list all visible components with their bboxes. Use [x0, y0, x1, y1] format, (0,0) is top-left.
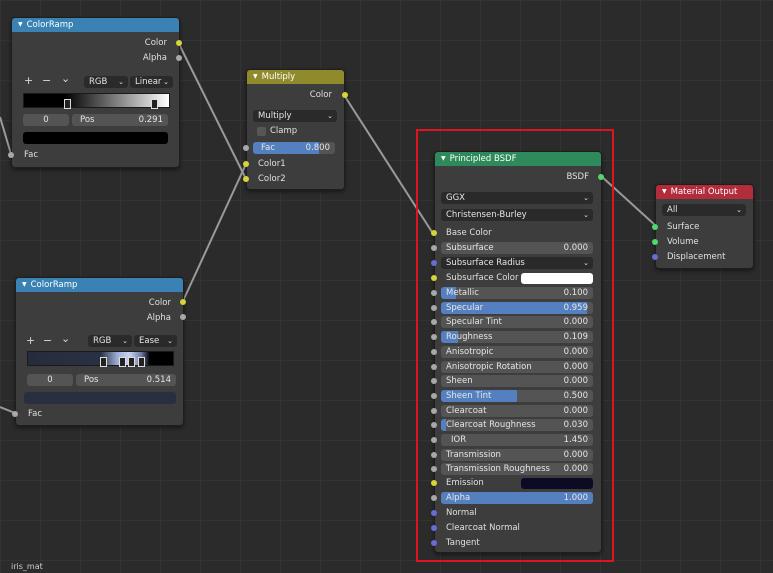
ramp-menu-chevron-icon[interactable]: ⌄ [61, 73, 70, 85]
pos-label: Pos [84, 375, 99, 385]
input-color2-label: Color2 [258, 174, 286, 184]
collapse-icon[interactable]: ▼ [18, 18, 23, 32]
output-alpha-socket[interactable] [176, 55, 182, 61]
input-fac-socket[interactable] [8, 152, 14, 158]
node-title: Material Output [670, 187, 738, 197]
input-fac-label: Fac [24, 150, 38, 160]
output-color-socket[interactable] [180, 299, 186, 305]
output-alpha-socket[interactable] [180, 314, 186, 320]
output-color-socket[interactable] [176, 40, 182, 46]
color-stop-handle[interactable] [151, 99, 158, 109]
node-title: ColorRamp [26, 20, 74, 30]
output-color-label: Color [309, 90, 332, 100]
stop-pos-field[interactable]: Pos 0.514 [76, 374, 176, 386]
fac-slider[interactable]: Fac 0.800 [253, 142, 335, 154]
multiply-node[interactable]: ▼ Multiply Color Multiply ⌄ Clamp Fac 0.800… [243, 69, 348, 190]
stop-color-swatch[interactable] [23, 132, 168, 144]
input-fac-socket[interactable] [243, 145, 249, 151]
input-displacement-socket[interactable] [652, 254, 658, 260]
chevron-down-icon: ⌄ [118, 78, 124, 86]
remove-stop-button[interactable]: − [42, 75, 51, 87]
output-color-label: Color [144, 38, 167, 48]
output-color-label: Color [148, 298, 171, 308]
chevron-down-icon: ⌄ [122, 337, 128, 345]
node-header[interactable]: ▼ ColorRamp [16, 278, 183, 292]
color-mode-dropdown[interactable]: RGB ⌄ [84, 76, 128, 88]
input-fac-socket[interactable] [12, 411, 18, 417]
pos-value: 0.291 [138, 115, 163, 125]
blend-mode-value: Multiply [258, 111, 292, 121]
stop-index-value: 0 [47, 375, 53, 385]
interpolation-value: Linear [135, 77, 162, 87]
interpolation-dropdown[interactable]: Linear ⌄ [130, 76, 173, 88]
clamp-label: Clamp [270, 126, 298, 136]
output-target-value: All [667, 205, 678, 215]
ramp-menu-chevron-icon[interactable]: ⌄ [61, 333, 70, 345]
remove-stop-button[interactable]: − [43, 335, 52, 347]
node-title: ColorRamp [30, 280, 78, 290]
stop-index-field[interactable]: 0 [27, 374, 73, 386]
output-target-dropdown[interactable]: All ⌄ [662, 204, 746, 216]
stop-index-field[interactable]: 0 [23, 114, 69, 126]
chevron-down-icon: ⌄ [163, 78, 169, 86]
selection-highlight-box [416, 129, 614, 562]
color-stop-handle[interactable] [64, 99, 71, 109]
interpolation-dropdown[interactable]: Ease ⌄ [134, 335, 177, 347]
color-stop-handle[interactable] [138, 357, 145, 367]
stop-index-value: 0 [43, 115, 49, 125]
add-stop-button[interactable]: + [26, 335, 35, 347]
node-header[interactable]: ▼ Multiply [247, 70, 344, 84]
input-color1-socket[interactable] [243, 161, 249, 167]
surface-label: Surface [667, 222, 700, 232]
color-mode-value: RGB [93, 336, 112, 346]
node-header[interactable]: ▼ ColorRamp [12, 18, 179, 32]
clamp-checkbox[interactable] [257, 127, 266, 136]
input-color2-socket[interactable] [243, 176, 249, 182]
fac-label: Fac [261, 143, 275, 153]
stop-color-swatch[interactable] [24, 392, 176, 404]
input-surface-socket[interactable] [652, 224, 658, 230]
link-colorramp2-to-color1 [182, 163, 247, 302]
add-stop-button[interactable]: + [24, 75, 33, 87]
link-colorramp1-to-color2 [177, 41, 247, 180]
color-stop-handle[interactable] [128, 357, 135, 367]
fac-value: 0.800 [305, 143, 330, 153]
output-alpha-label: Alpha [142, 53, 167, 63]
color-ramp-gradient[interactable] [23, 93, 170, 109]
colorramp-node-2[interactable]: ▼ ColorRamp Color Alpha + − ⌄ RGB ⌄ Ease ⌄ … [12, 277, 186, 426]
volume-label: Volume [667, 237, 699, 247]
color-stop-handle[interactable] [119, 357, 126, 367]
collapse-icon[interactable]: ▼ [22, 278, 27, 292]
colorramp-node-1[interactable]: ▼ ColorRamp Color Alpha + − ⌄ RGB ⌄ Linear… [8, 17, 182, 168]
output-alpha-label: Alpha [146, 313, 171, 323]
node-header[interactable]: ▼ Material Output [656, 185, 753, 199]
link-into-fac-1 [0, 116, 12, 155]
collapse-icon[interactable]: ▼ [662, 185, 667, 199]
color-stop-handle[interactable] [100, 357, 107, 367]
blend-mode-dropdown[interactable]: Multiply ⌄ [253, 110, 337, 122]
pos-label: Pos [80, 115, 95, 125]
input-volume-socket[interactable] [652, 239, 658, 245]
material-name-label: iris_mat [11, 562, 43, 571]
output-color-socket[interactable] [342, 92, 348, 98]
stop-pos-field[interactable]: Pos 0.291 [72, 114, 168, 126]
chevron-down-icon: ⌄ [167, 337, 173, 345]
color-ramp-gradient[interactable] [27, 351, 174, 367]
input-fac-label: Fac [28, 409, 42, 419]
color-mode-value: RGB [89, 77, 108, 87]
chevron-down-icon: ⌄ [327, 112, 333, 120]
chevron-down-icon: ⌄ [736, 206, 742, 214]
collapse-icon[interactable]: ▼ [253, 70, 258, 84]
displacement-label: Displacement [667, 252, 726, 262]
interpolation-value: Ease [139, 336, 160, 346]
material-output-node[interactable]: ▼ Material Output All ⌄ Surface Volume Dis… [652, 184, 754, 269]
color-mode-dropdown[interactable]: RGB ⌄ [88, 335, 132, 347]
node-title: Multiply [261, 72, 296, 82]
input-color1-label: Color1 [258, 159, 286, 169]
pos-value: 0.514 [146, 375, 171, 385]
